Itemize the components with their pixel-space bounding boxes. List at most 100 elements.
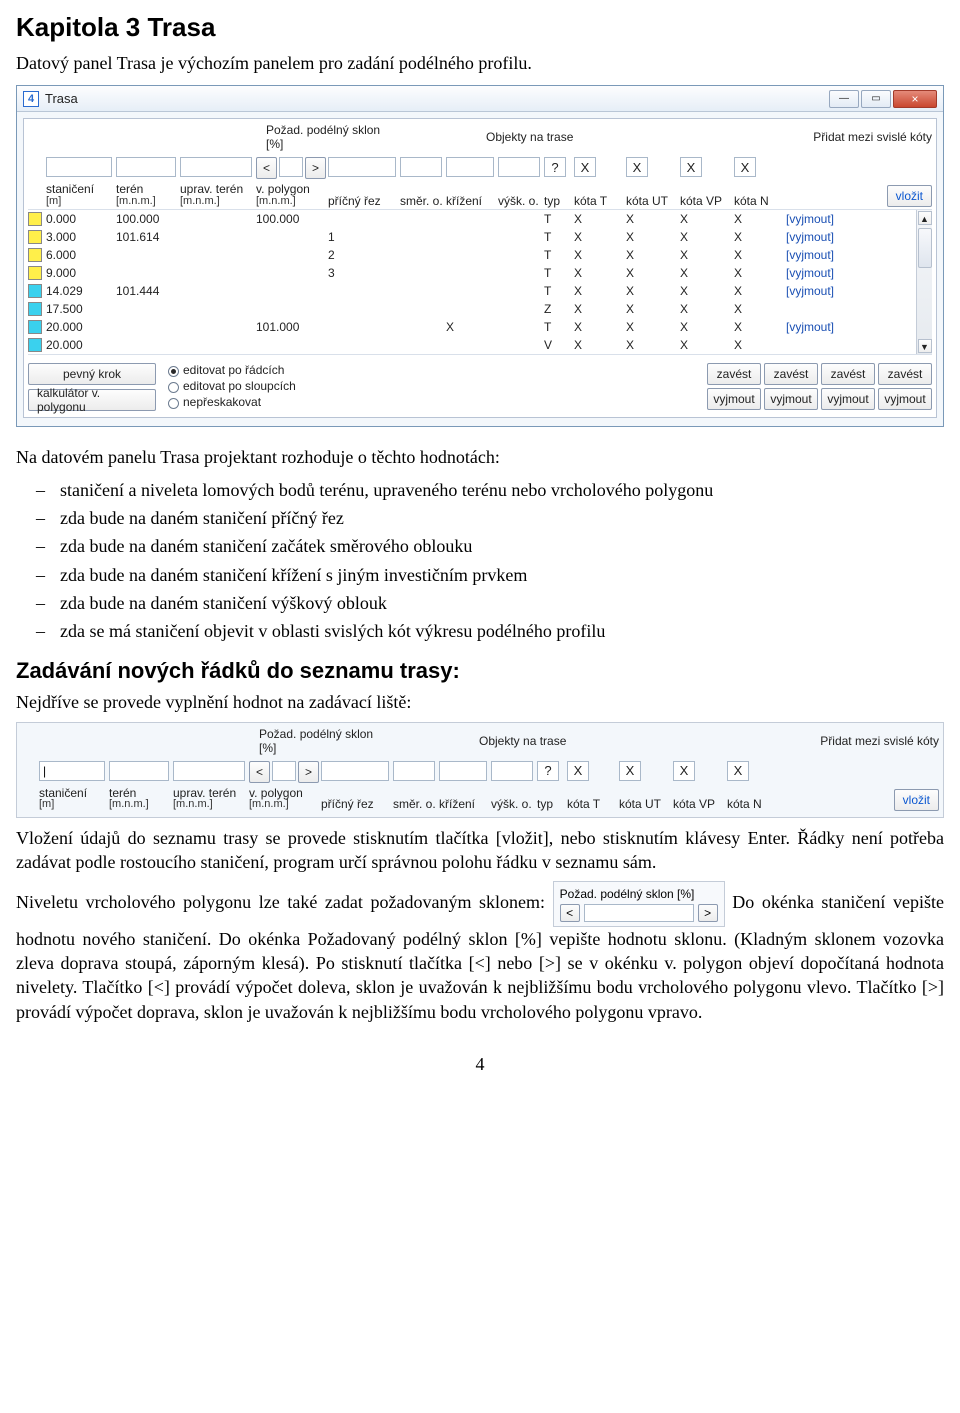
pr-input-2[interactable] <box>321 761 389 781</box>
col-kT: kóta T <box>574 195 624 208</box>
minimize-button[interactable]: — <box>829 90 859 108</box>
col-pr: příčný řez <box>328 195 398 208</box>
sklon-label: Požad. podélný sklon [%] <box>266 123 396 151</box>
para-after-strip: Vložení údajů do seznamu trasy se proved… <box>16 826 944 875</box>
zavest-kUT[interactable]: zavést <box>764 363 818 385</box>
kalkulator-button[interactable]: kalkulátor v. polygonu <box>28 389 156 411</box>
row-color-swatch <box>28 338 42 352</box>
col-typ: typ <box>544 195 572 208</box>
kotaUT-check[interactable]: X <box>626 157 648 177</box>
remove-row-link[interactable]: [vyjmout] <box>786 230 846 244</box>
scroll-thumb[interactable] <box>918 228 932 268</box>
sklon-widget-label: Požad. podélný sklon [%] <box>560 887 695 901</box>
table-row[interactable]: 0.000100.000100.000TXXXX[vyjmout] <box>28 210 932 228</box>
pridat-label: Přidat mezi svislé kóty <box>772 130 932 144</box>
row-color-swatch <box>28 230 42 244</box>
kotaUT-check-2[interactable]: X <box>619 761 641 781</box>
sklon-input[interactable] <box>279 157 303 177</box>
q-button-2[interactable]: ? <box>537 761 559 781</box>
col-ut: uprav. terén[m.n.m.] <box>180 183 254 207</box>
kr-input-2[interactable] <box>439 761 487 781</box>
table-row[interactable]: 14.029101.444TXXXX[vyjmout] <box>28 282 932 300</box>
vyjmout-kVP[interactable]: vyjmout <box>821 388 875 410</box>
para-sklon: Niveletu vrcholového polygonu lze také z… <box>16 881 944 1024</box>
kotaVP-check[interactable]: X <box>680 157 702 177</box>
table-row[interactable]: 17.500ZXXXX <box>28 300 932 318</box>
sklon-label-2: Požad. podélný sklon [%] <box>259 727 389 755</box>
radio-sloupce[interactable]: editovat po sloupcích <box>168 379 296 393</box>
sklon-widget-input[interactable] <box>584 904 694 922</box>
row-color-swatch <box>28 284 42 298</box>
remove-row-link[interactable]: [vyjmout] <box>786 320 846 334</box>
ut-input-2[interactable] <box>173 761 245 781</box>
vyjmout-kT[interactable]: vyjmout <box>707 388 761 410</box>
scroll-down-icon[interactable]: ▼ <box>918 339 932 353</box>
so-input-2[interactable] <box>393 761 435 781</box>
col-vp: v. polygon[m.n.m.] <box>256 183 326 207</box>
kr-input[interactable] <box>446 157 494 177</box>
kotaT-check-2[interactable]: X <box>567 761 589 781</box>
zavest-kVP[interactable]: zavést <box>821 363 875 385</box>
kotaN-check-2[interactable]: X <box>727 761 749 781</box>
scroll-up-icon[interactable]: ▲ <box>918 211 932 225</box>
objekty-label-2: Objekty na trase <box>479 734 773 748</box>
app-icon: 4 <box>23 91 39 107</box>
teren-input[interactable] <box>116 157 176 177</box>
sklon-next-button[interactable]: > <box>305 157 326 179</box>
kotaVP-check-2[interactable]: X <box>673 761 695 781</box>
remove-row-link[interactable]: [vyjmout] <box>786 248 846 262</box>
vo-input[interactable] <box>498 157 540 177</box>
so-input[interactable] <box>400 157 442 177</box>
remove-row-link[interactable]: [vyjmout] <box>786 212 846 226</box>
intro-paragraph: Datový panel Trasa je výchozím panelem p… <box>16 51 944 75</box>
insert-button[interactable]: vložit <box>887 185 932 207</box>
teren-input-2[interactable] <box>109 761 169 781</box>
col-vo: výšk. o. <box>498 195 542 208</box>
page-number: 4 <box>16 1054 944 1075</box>
col-kVP: kóta VP <box>680 195 732 208</box>
sklon-input-2[interactable] <box>272 761 296 781</box>
row-color-swatch <box>28 212 42 226</box>
vo-input-2[interactable] <box>491 761 533 781</box>
insert-button-2[interactable]: vložit <box>894 789 939 811</box>
sklon-widget-prev[interactable]: < <box>560 904 580 922</box>
remove-row-link[interactable]: [vyjmout] <box>786 284 846 298</box>
ut-input[interactable] <box>180 157 252 177</box>
table-row[interactable]: 3.000101.6141TXXXX[vyjmout] <box>28 228 932 246</box>
table-row[interactable]: 9.0003TXXXX[vyjmout] <box>28 264 932 282</box>
kotaT-check[interactable]: X <box>574 157 596 177</box>
input-strip: Požad. podélný sklon [%] Objekty na tras… <box>16 722 944 818</box>
radio-nepreskakovat[interactable]: nepřeskakovat <box>168 395 296 409</box>
titlebar: 4 Trasa — ▭ × <box>17 86 943 112</box>
zavest-kN[interactable]: zavést <box>878 363 932 385</box>
bullet-item: zda se má staničení objevit v oblasti sv… <box>36 619 944 643</box>
pr-input[interactable] <box>328 157 396 177</box>
kotaN-check[interactable]: X <box>734 157 756 177</box>
maximize-button[interactable]: ▭ <box>861 90 891 108</box>
table-row[interactable]: 20.000VXXXX <box>28 336 932 354</box>
row-color-swatch <box>28 266 42 280</box>
bullet-list: staničení a niveleta lomových bodů terén… <box>16 478 944 644</box>
close-button[interactable]: × <box>893 90 937 108</box>
q-button[interactable]: ? <box>544 157 566 177</box>
sklon-next-button-2[interactable]: > <box>298 761 319 783</box>
objekty-label: Objekty na trase <box>486 130 766 144</box>
zavest-kT[interactable]: zavést <box>707 363 761 385</box>
radio-radky[interactable]: editovat po řádcích <box>168 363 296 377</box>
vyjmout-kN[interactable]: vyjmout <box>878 388 932 410</box>
stan-input-2[interactable] <box>39 761 105 781</box>
sklon-widget-next[interactable]: > <box>698 904 718 922</box>
vyjmout-kUT[interactable]: vyjmout <box>764 388 818 410</box>
table-row[interactable]: 20.000101.000XTXXXX[vyjmout] <box>28 318 932 336</box>
vertical-scrollbar[interactable]: ▲ ▼ <box>916 210 932 354</box>
remove-row-link[interactable]: [vyjmout] <box>786 266 846 280</box>
pevny-krok-button[interactable]: pevný krok <box>28 363 156 385</box>
sklon-prev-button-2[interactable]: < <box>249 761 270 783</box>
stan-input[interactable] <box>46 157 112 177</box>
data-grid: ▲ ▼ 0.000100.000100.000TXXXX[vyjmout]3.0… <box>28 209 932 355</box>
col-so: směr. o. <box>400 195 444 208</box>
section2-lead: Nejdříve se provede vyplnění hodnot na z… <box>16 690 944 714</box>
sklon-prev-button[interactable]: < <box>256 157 277 179</box>
bullet-item: zda bude na daném staničení výškový oblo… <box>36 591 944 615</box>
table-row[interactable]: 6.0002TXXXX[vyjmout] <box>28 246 932 264</box>
